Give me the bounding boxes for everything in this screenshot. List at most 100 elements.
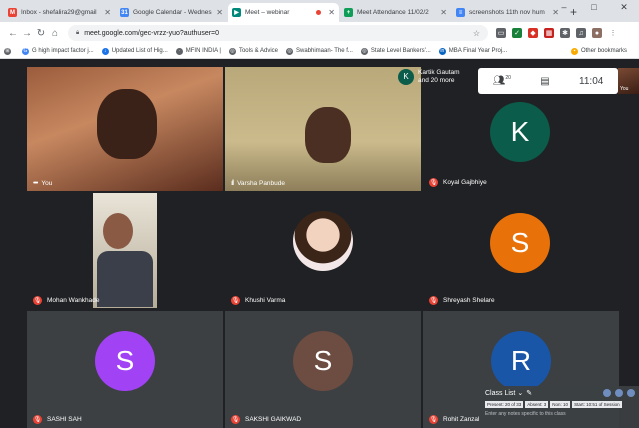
tab-gmail[interactable]: M Inbox - shefalira29@gmail ✕ <box>4 3 115 22</box>
back-icon[interactable]: ← <box>6 28 20 39</box>
menu-icon[interactable]: ⋮ <box>608 28 618 38</box>
participant-face <box>103 213 133 249</box>
class-list-title[interactable]: Class List <box>485 390 515 397</box>
tab-title: Meet Attendance 11/02/2 <box>357 9 429 16</box>
participant-tile-you[interactable]: ••• You <box>27 67 223 191</box>
people-button[interactable]: 👥︎20 <box>493 75 511 86</box>
close-icon[interactable]: ✕ <box>328 8 335 17</box>
tab-meet[interactable]: ▶ Meet – webinar ✕ <box>228 3 339 22</box>
google-icon: G <box>22 47 29 55</box>
participant-name: 🎙︎ Mohan Wankhade <box>33 296 100 305</box>
mic-off-icon: 🎙︎ <box>429 296 438 305</box>
bookmark-star-icon[interactable]: ☆ <box>473 29 480 38</box>
globe-icon: ◎ <box>228 47 236 55</box>
bookmark-item[interactable]: in MBA Final Year Proj... <box>438 47 507 55</box>
tab-title: Meet – webinar <box>245 9 290 16</box>
bookmark-item[interactable]: · MFIN INDIA | <box>175 47 221 55</box>
chevron-down-icon[interactable]: ⌄ <box>517 389 523 397</box>
gmail-icon: M <box>8 8 17 17</box>
media-icon[interactable]: ♫ <box>576 28 586 38</box>
class-list-panel[interactable]: Class List ⌄ ✎ Present: 20 of 33 Absent:… <box>481 386 639 428</box>
close-icon[interactable]: ✕ <box>440 8 447 17</box>
home-icon[interactable]: ⌂ <box>48 28 62 39</box>
puzzle-icon[interactable]: ✱ <box>560 28 570 38</box>
tab-title: Inbox - shefalira29@gmail <box>21 9 97 16</box>
close-icon[interactable]: ✕ <box>216 8 223 17</box>
participant-tile-shreyash[interactable]: S 🎙︎ Shreyash Shelare <box>423 193 619 309</box>
mic-off-icon: 🎙︎ <box>33 415 42 424</box>
settings-icon[interactable] <box>627 389 635 397</box>
bookmark-item[interactable]: ◎ Tools & Advice <box>228 47 278 55</box>
tab-screenshots[interactable]: ≡ screenshots 11th nov hum ✕ <box>452 3 563 22</box>
globe-icon: ◎ <box>286 47 293 55</box>
close-window-button[interactable]: ✕ <box>609 2 639 13</box>
tab-attendance[interactable]: + Meet Attendance 11/02/2 ✕ <box>340 3 451 22</box>
participant-tile-sashi[interactable]: S 🎙︎ SASHI SAH <box>27 311 223 428</box>
present-count: Present: 20 of 33 <box>485 401 524 408</box>
profile-avatar-icon[interactable]: ● <box>592 28 602 38</box>
share-icon[interactable] <box>603 389 611 397</box>
mic-off-icon: 🎙︎ <box>231 296 240 305</box>
reload-icon[interactable]: ↻ <box>34 28 48 39</box>
lock-icon: 🔒︎ <box>76 29 80 36</box>
address-bar: ← → ↻ ⌂ 🔒︎ meet.google.com/gec-vrzz-yuo?… <box>0 22 639 44</box>
linkedin-icon: in <box>438 47 446 55</box>
more-options-icon[interactable]: ••• <box>33 180 38 187</box>
cast-icon[interactable]: ▭ <box>496 28 506 38</box>
url-input[interactable]: 🔒︎ meet.google.com/gec-vrzz-yuo?authuser… <box>68 25 488 41</box>
forward-icon[interactable]: → <box>20 28 34 39</box>
meet-top-controls: 👥︎20 ▤ 11:04 <box>478 68 618 94</box>
participant-name: 🎙︎ Shreyash Shelare <box>429 296 495 305</box>
participant-avatar: K <box>490 102 550 162</box>
participant-name: 🎙︎ Khushi Varma <box>231 296 286 305</box>
non-count: Non: 10 <box>550 401 571 408</box>
participant-name: 🎙︎ Koyal Gajbhiye <box>429 178 487 187</box>
globe-icon: ◎ <box>360 47 368 55</box>
shield-extension-icon[interactable]: ◆ <box>528 28 538 38</box>
attendance-icon: + <box>344 8 353 17</box>
tab-title: screenshots 11th nov hum <box>469 9 545 16</box>
tab-calendar[interactable]: 31 Google Calendar - Wednes ✕ <box>116 3 227 22</box>
folder-icon: ▪ <box>570 47 578 55</box>
recording-indicator-icon <box>316 10 322 15</box>
chat-button[interactable]: ▤ <box>540 76 549 87</box>
participant-video <box>305 107 351 163</box>
participant-name: ıll Varsha Panbude <box>231 180 286 187</box>
participant-tile-mohan[interactable]: 🎙︎ Mohan Wankhade <box>27 193 223 309</box>
apps-icon[interactable]: ⊞ <box>4 47 14 55</box>
check-extension-icon[interactable]: ✓ <box>512 28 522 38</box>
participant-summary-name: Kartik Gautam <box>418 69 460 76</box>
self-view-thumbnail[interactable]: You <box>618 68 639 94</box>
meet-stage: ••• You ıll Varsha Panbude K 🎙︎ Koyal Gajbh… <box>0 59 639 428</box>
people-icon: 👥︎ <box>492 75 506 87</box>
edit-icon[interactable]: ✎ <box>526 389 532 397</box>
docs-icon: ≡ <box>456 8 465 17</box>
extensions-bar: ▭ ✓ ◆ ▦ ✱ ♫ ● ⋮ <box>496 28 618 38</box>
url-text: meet.google.com/gec-vrzz-yuo?authuser=0 <box>84 29 220 37</box>
participant-summary[interactable]: K Kartik Gautam and 20 more <box>398 69 460 85</box>
participant-tile-sakshi[interactable]: S 🎙︎ SAKSHI GAIKWAD <box>225 311 421 428</box>
absent-count: Absent: 3 <box>525 401 549 408</box>
bookmark-item[interactable]: ◎ Swabhimaan- The f... <box>286 47 353 55</box>
maximize-button[interactable]: □ <box>579 2 609 13</box>
grid-extension-icon[interactable]: ▦ <box>544 28 554 38</box>
class-list-actions <box>603 389 635 397</box>
class-notes-input[interactable]: Enter any notes specific to this class <box>485 411 635 417</box>
minimize-button[interactable]: – <box>549 2 579 13</box>
bookmark-item[interactable]: ↓ Updated List of Hig... <box>101 47 168 55</box>
meeting-clock: 11:04 <box>579 75 604 87</box>
other-bookmarks[interactable]: ▪ Other bookmarks <box>570 47 627 55</box>
participant-name: 🎙︎ SAKSHI GAIKWAD <box>231 415 302 424</box>
participant-name: 🎙︎ Rohit Zanzal <box>429 415 480 424</box>
participant-avatar: K <box>398 69 414 85</box>
window-controls: – □ ✕ <box>549 2 639 13</box>
participant-avatar: S <box>293 331 353 391</box>
bookmark-item[interactable]: ◎ State Level Bankers'... <box>360 47 431 55</box>
export-icon[interactable] <box>615 389 623 397</box>
participant-tile-varsha[interactable]: ıll Varsha Panbude <box>225 67 421 191</box>
participant-avatar: S <box>490 213 550 273</box>
participant-tile-khushi[interactable]: 🎙︎ Khushi Varma <box>225 193 421 309</box>
close-icon[interactable]: ✕ <box>104 8 111 17</box>
bookmark-item[interactable]: GG high impact factor j... <box>22 47 94 55</box>
participant-name: ••• You <box>33 180 53 187</box>
